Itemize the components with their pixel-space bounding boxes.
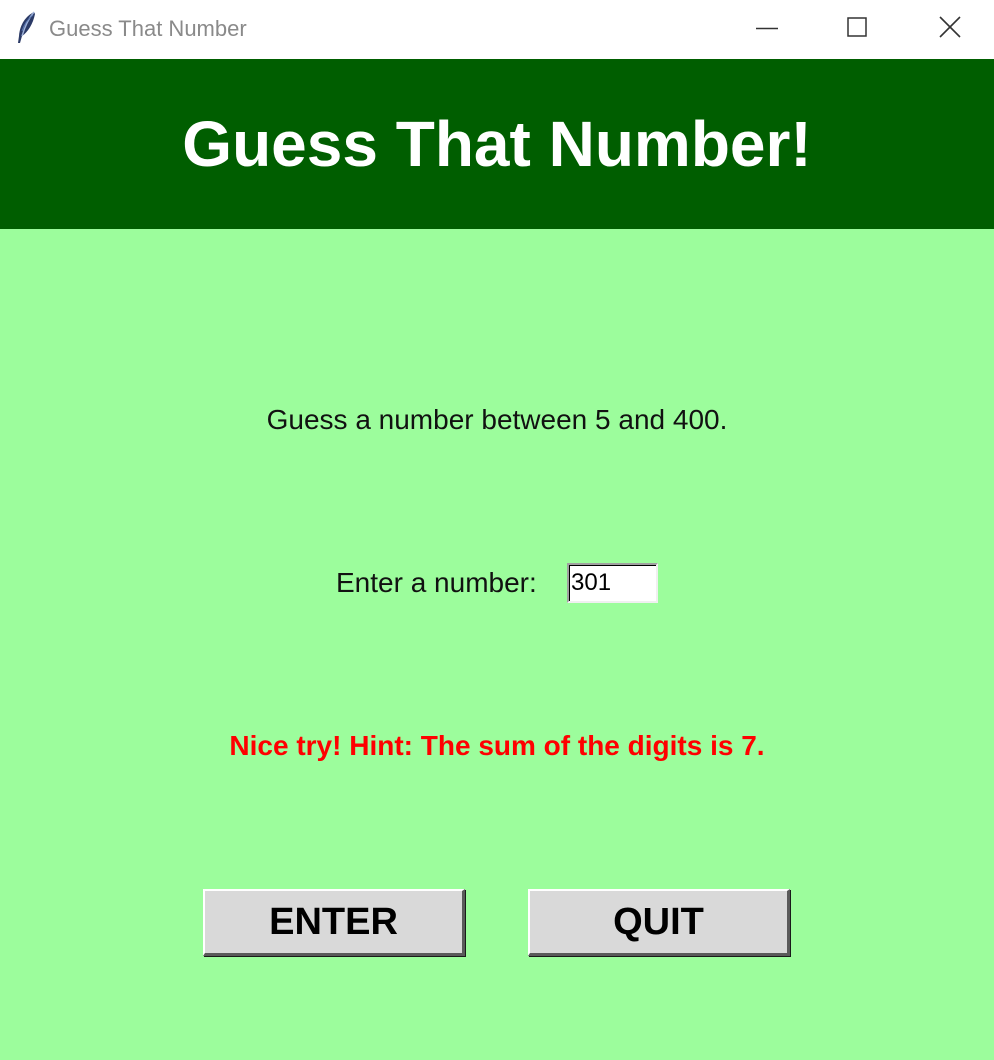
minimize-icon[interactable] (744, 0, 790, 56)
close-icon[interactable] (926, 0, 972, 56)
maximize-icon[interactable] (834, 0, 880, 56)
app-window: Guess That Number Guess That Number! Gue… (0, 0, 994, 1060)
header-banner: Guess That Number! (0, 59, 994, 229)
title-bar[interactable]: Guess That Number (0, 0, 994, 59)
page-title: Guess That Number! (182, 108, 812, 180)
quit-button[interactable]: QUIT (528, 889, 790, 956)
feather-icon (14, 10, 38, 46)
number-input[interactable] (567, 563, 658, 603)
window-title: Guess That Number (49, 16, 247, 41)
enter-button[interactable]: ENTER (203, 889, 465, 956)
entry-label: Enter a number: (336, 567, 537, 598)
hint-message: Nice try! Hint: The sum of the digits is… (229, 730, 765, 761)
instructions-label: Guess a number between 5 and 400. (266, 404, 728, 435)
